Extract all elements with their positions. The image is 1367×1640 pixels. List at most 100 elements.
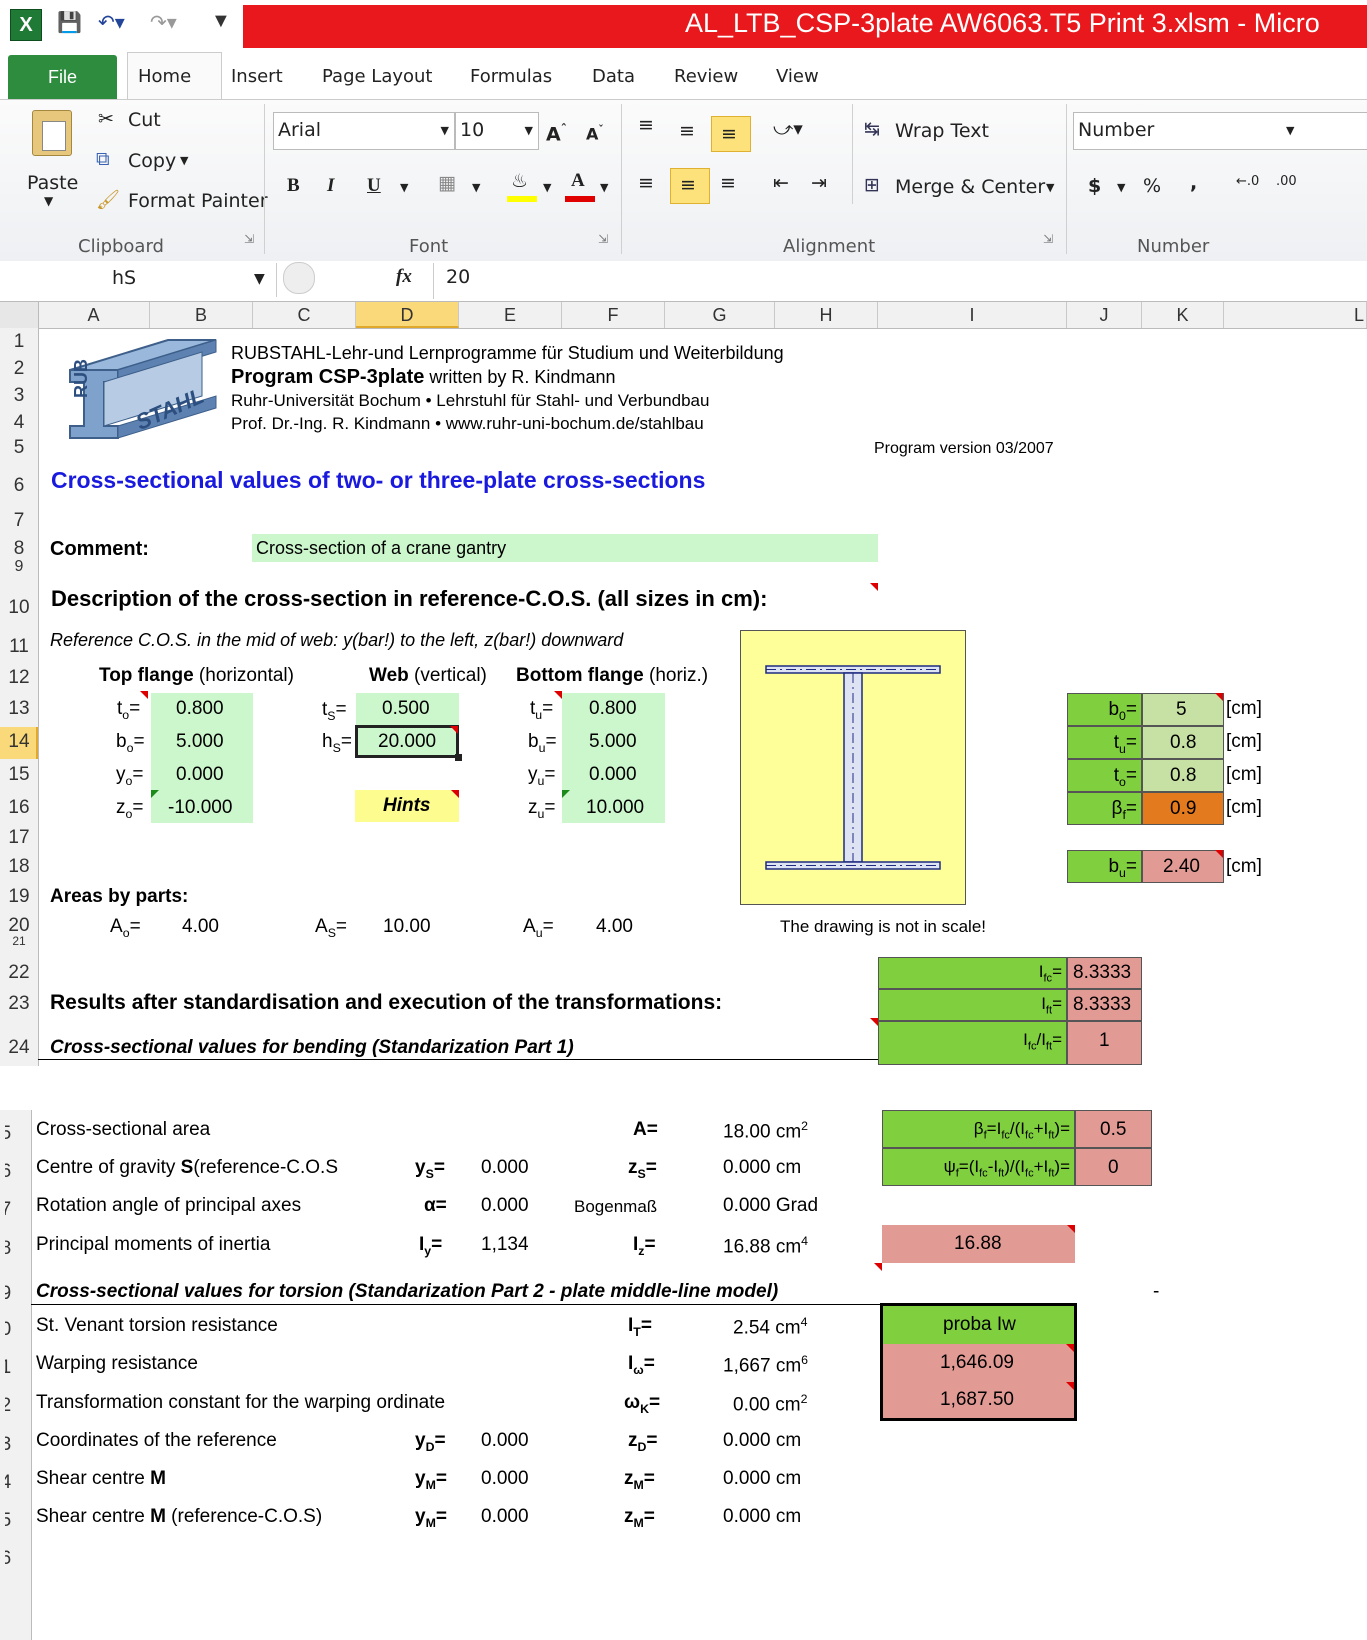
col-header-i[interactable]: I (878, 302, 1067, 328)
paste-icon[interactable] (32, 110, 72, 156)
col-header-d[interactable]: D (356, 302, 459, 328)
col-header-l[interactable]: L (1224, 302, 1367, 328)
merge-center-icon[interactable]: ⊞ (864, 174, 880, 196)
align-right-icon[interactable]: ≡ (720, 172, 736, 194)
paste-dropdown-icon[interactable]: ▼ (44, 194, 53, 208)
name-box-dropdown-icon[interactable]: ▼ (254, 271, 265, 287)
percent-button[interactable]: % (1143, 175, 1161, 197)
row-header[interactable]: 13 (0, 698, 38, 720)
bold-icon[interactable]: B (287, 175, 300, 197)
decrease-indent-icon[interactable]: ⇤ (773, 172, 789, 194)
row-header[interactable]: 8 (0, 538, 38, 560)
orientation-icon[interactable]: ⤻▾ (773, 118, 803, 140)
tab-formulas[interactable]: Formulas (470, 66, 552, 87)
col-header-k[interactable]: K (1142, 302, 1224, 328)
row-header[interactable]: 23 (0, 993, 38, 1015)
align-middle-icon[interactable]: ≡ (679, 120, 695, 142)
fill-color-icon[interactable]: ♨ (507, 170, 537, 202)
align-center-icon[interactable]: ≡ (670, 168, 710, 204)
align-left-icon[interactable]: ≡ (638, 172, 654, 194)
font-size-dropdown-icon[interactable]: ▼ (525, 124, 533, 137)
row-header[interactable]: 6 (0, 475, 38, 497)
font-size-combo[interactable]: 10 ▼ (455, 112, 539, 150)
paste-button[interactable]: Paste (27, 172, 78, 194)
tab-review[interactable]: Review (674, 66, 738, 87)
row-header[interactable]: 14 (0, 731, 38, 753)
borders-dropdown-icon[interactable]: ▼ (472, 181, 480, 194)
fill-handle[interactable] (455, 754, 462, 761)
bf-value-cell[interactable]: 0.9 (1142, 792, 1224, 825)
to-value-cell[interactable]: 0.8 (1142, 759, 1224, 792)
font-color-dropdown-icon[interactable]: ▼ (600, 181, 608, 194)
copy-dropdown-icon[interactable]: ▼ (180, 154, 188, 167)
col-header-g[interactable]: G (665, 302, 775, 328)
number-format-dropdown-icon[interactable]: ▼ (1286, 124, 1294, 137)
tu-value-cell[interactable]: 0.8 (1142, 726, 1224, 759)
increase-decimal-icon[interactable]: ←.0 (1236, 174, 1259, 189)
row-header[interactable]: 16 (0, 797, 38, 819)
wrap-text-icon[interactable]: ↹ (864, 118, 880, 140)
currency-button[interactable]: $ (1088, 175, 1101, 197)
row-header[interactable]: 21 (0, 934, 38, 948)
format-painter-button[interactable]: Format Painter (128, 190, 268, 212)
customize-quick-access-icon[interactable]: ▼ (211, 10, 231, 33)
formula-bar-collapse-icon[interactable] (283, 262, 315, 294)
copy-icon[interactable]: ⧉ (96, 148, 110, 170)
increase-indent-icon[interactable]: ⇥ (811, 172, 827, 194)
row-header[interactable]: 3 (0, 385, 38, 407)
row-header[interactable]: 17 (0, 827, 38, 849)
font-dialog-launcher-icon[interactable]: ⇲ (598, 232, 608, 246)
row-header[interactable]: 10 (0, 597, 38, 619)
undo-icon[interactable]: ↶▾ (98, 10, 125, 35)
font-color-icon[interactable]: A (565, 170, 595, 202)
insert-function-icon[interactable]: fx (396, 266, 412, 288)
row-header[interactable]: 4 (0, 412, 38, 434)
hints-button[interactable]: Hints (355, 790, 459, 822)
col-header-h[interactable]: H (775, 302, 878, 328)
format-painter-icon[interactable]: 🖌 (96, 188, 120, 211)
italic-icon[interactable]: I (327, 175, 334, 197)
cut-button[interactable]: Cut (128, 109, 161, 131)
col-header-f[interactable]: F (562, 302, 665, 328)
b0-value-cell[interactable]: 5 (1142, 693, 1224, 726)
comma-button[interactable]: , (1190, 172, 1197, 194)
top-flange-y[interactable]: 0.000 (176, 764, 224, 786)
top-flange-t[interactable]: 0.800 (176, 698, 224, 720)
web-t-cell[interactable]: 0.500 (356, 693, 459, 725)
col-header-j[interactable]: J (1067, 302, 1142, 328)
row-header[interactable]: 12 (0, 667, 38, 689)
select-all-corner[interactable] (0, 302, 39, 328)
wrap-text-button[interactable]: Wrap Text (895, 120, 989, 142)
col-header-a[interactable]: A (38, 302, 150, 328)
underline-dropdown-icon[interactable]: ▼ (400, 181, 408, 194)
tab-file[interactable]: File (8, 55, 117, 99)
cut-icon[interactable]: ✂ (98, 108, 114, 130)
col-header-e[interactable]: E (459, 302, 562, 328)
grow-font-icon[interactable]: Aˆ (546, 122, 567, 145)
bottom-flange-b[interactable]: 5.000 (589, 731, 637, 753)
formula-input[interactable]: 20 (446, 266, 470, 288)
col-header-b[interactable]: B (150, 302, 253, 328)
bu-value-cell[interactable]: 2.40 (1142, 850, 1224, 883)
alignment-dialog-launcher-icon[interactable]: ⇲ (1043, 232, 1053, 246)
align-top-icon[interactable]: ≡ (638, 114, 654, 136)
bottom-flange-y[interactable]: 0.000 (589, 764, 637, 786)
decrease-decimal-icon[interactable]: .00 (1276, 174, 1297, 189)
tab-view[interactable]: View (776, 66, 819, 87)
tab-data[interactable]: Data (592, 66, 635, 87)
row-header[interactable]: 15 (0, 764, 38, 786)
tab-page-layout[interactable]: Page Layout (322, 66, 433, 87)
font-name-combo[interactable]: Arial ▼ (273, 112, 455, 150)
name-box[interactable]: hS ▼ (8, 263, 277, 297)
row-header[interactable]: 22 (0, 962, 38, 984)
underline-icon[interactable]: U (367, 175, 381, 197)
copy-button[interactable]: Copy (128, 150, 176, 172)
clipboard-dialog-launcher-icon[interactable]: ⇲ (244, 232, 254, 246)
row-header[interactable]: 5 (0, 437, 38, 459)
col-header-c[interactable]: C (253, 302, 356, 328)
shrink-font-icon[interactable]: Aˇ (586, 124, 604, 143)
comment-input[interactable]: Cross-section of a crane gantry (252, 534, 878, 562)
redo-icon[interactable]: ↷▾ (150, 10, 177, 35)
save-icon[interactable]: 💾 (57, 10, 82, 35)
merge-center-button[interactable]: Merge & Center (895, 176, 1045, 198)
